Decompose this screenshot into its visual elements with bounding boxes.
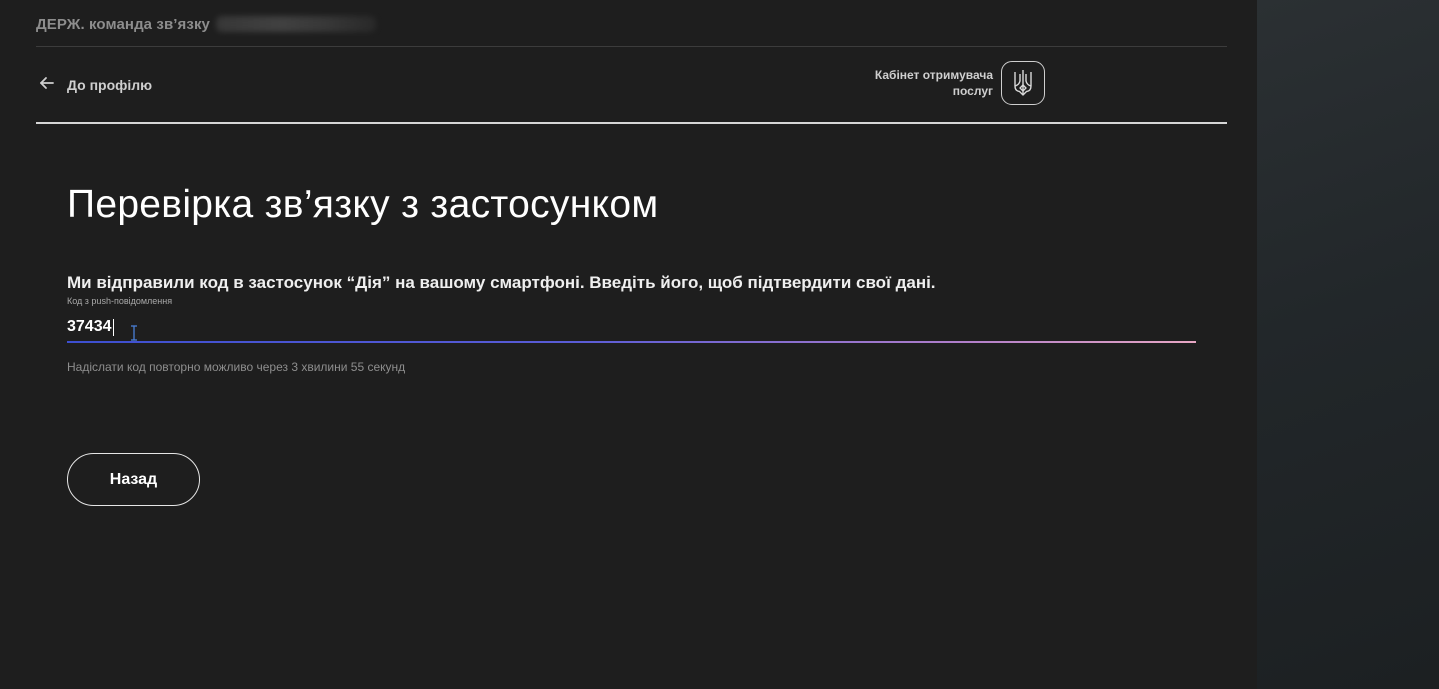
header-divider [36, 122, 1227, 124]
text-caret [113, 319, 114, 336]
text-cursor-icon [129, 325, 139, 341]
code-input[interactable] [67, 314, 1196, 340]
code-field[interactable] [67, 314, 1196, 344]
arrow-left-icon [38, 74, 56, 97]
redacted-name [216, 16, 376, 32]
page-title: Перевірка зв’язку з застосунком [67, 183, 659, 226]
instruction-text: Ми відправили код в застосунок “Дія” на … [67, 273, 936, 292]
org-title-text: ДЕРЖ. команда зв’язку [36, 15, 210, 33]
back-button[interactable]: Назад [67, 453, 200, 506]
main-panel: ДЕРЖ. команда зв’язку До профілю Кабінет… [0, 0, 1257, 689]
top-divider [36, 46, 1227, 47]
resend-countdown: Надіслати код повторно можливо через 3 х… [67, 360, 406, 374]
side-background [1257, 0, 1439, 689]
trident-icon[interactable] [1001, 61, 1045, 105]
code-field-underline [67, 341, 1196, 343]
cabinet-label: Кабінет отримувача послуг [853, 67, 993, 99]
service-cabinet[interactable]: Кабінет отримувача послуг [853, 61, 1045, 105]
cabinet-label-line2: послуг [952, 84, 993, 98]
org-title: ДЕРЖ. команда зв’язку [36, 13, 376, 35]
back-to-profile-link[interactable]: До профілю [38, 74, 152, 96]
cabinet-label-line1: Кабінет отримувача [874, 68, 993, 82]
back-to-profile-label: До профілю [67, 77, 153, 93]
code-field-label: Код з push-повідомлення [67, 296, 173, 306]
